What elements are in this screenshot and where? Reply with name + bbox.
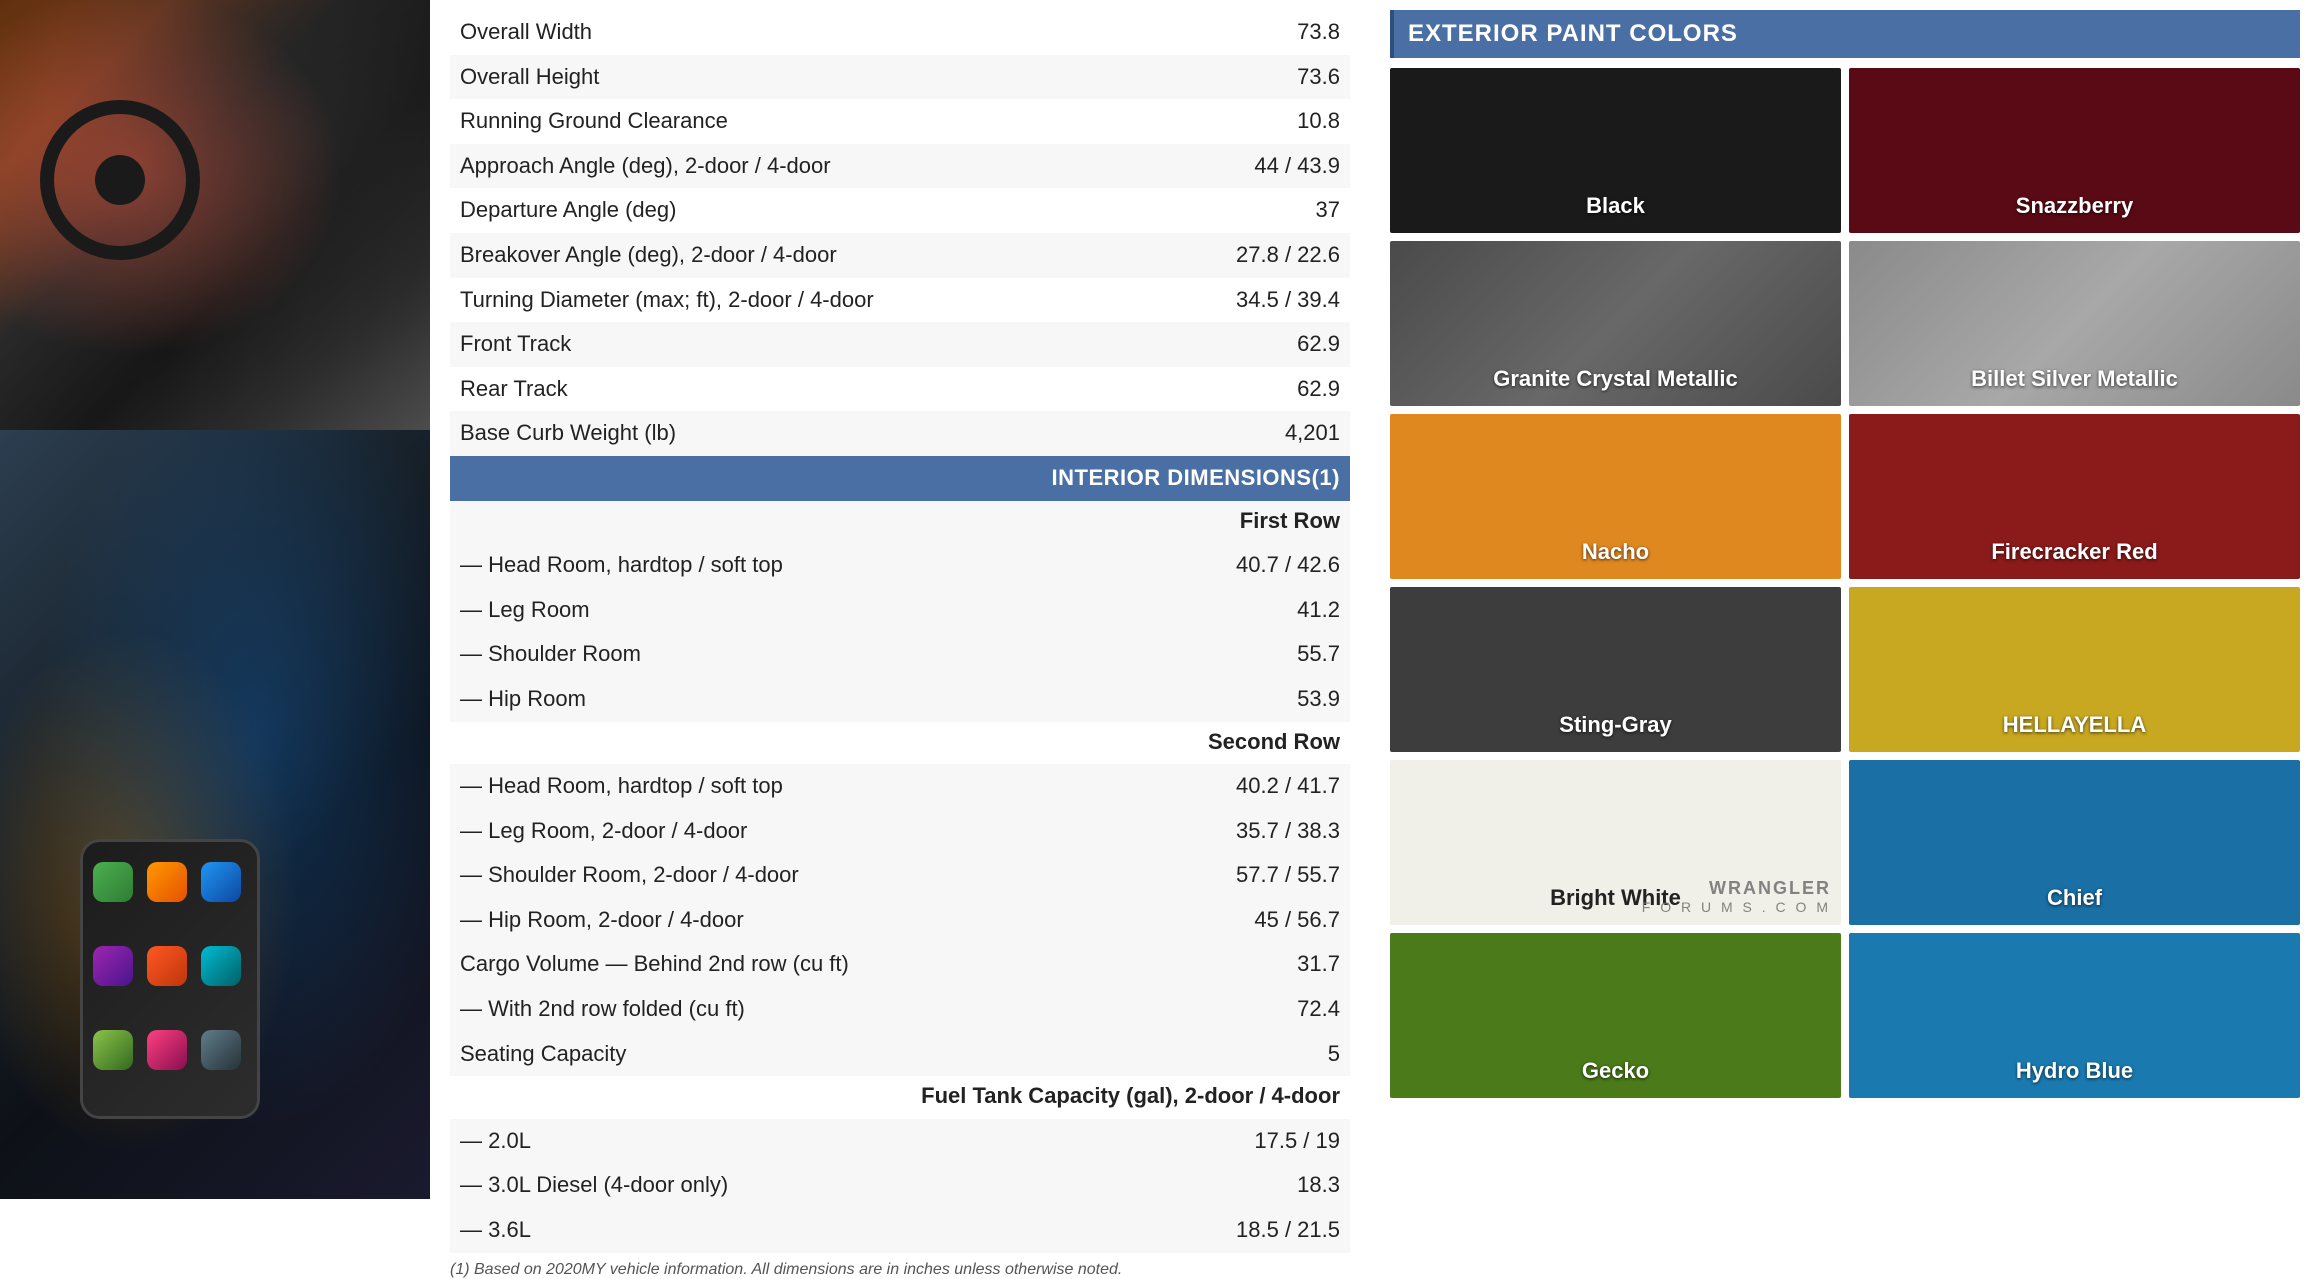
spec-label: — Shoulder Room	[450, 632, 1150, 677]
spec-value: 35.7 / 38.3	[1150, 809, 1350, 854]
phone-carplay	[80, 839, 260, 1119]
spec-label: — With 2nd row folded (cu ft)	[450, 987, 1150, 1032]
subsection-header: Second Row	[450, 722, 1350, 765]
spec-value: 27.8 / 22.6	[1150, 233, 1350, 278]
paint-swatch-granite-crystal-metallic: Granite Crystal Metallic	[1390, 241, 1841, 406]
paint-color-label: Nacho	[1582, 539, 1649, 565]
app-icon-2	[147, 862, 187, 902]
paint-panel: EXTERIOR PAINT COLORS Black Snazzberry Gra…	[1370, 0, 2313, 1199]
spec-value: 72.4	[1150, 987, 1350, 1032]
spec-value: 55.7	[1150, 632, 1350, 677]
interior-top-image	[0, 0, 430, 430]
paint-swatch-chief: Chief	[1849, 760, 2300, 925]
paint-swatch-nacho: Nacho	[1390, 414, 1841, 579]
paint-swatch-gecko: Gecko	[1390, 933, 1841, 1098]
app-icon-9	[201, 1030, 241, 1070]
spec-label: Front Track	[450, 322, 1150, 367]
spec-value: 4,201	[1150, 411, 1350, 456]
spec-label: — Head Room, hardtop / soft top	[450, 764, 1150, 809]
spec-value: 37	[1150, 188, 1350, 233]
spec-label: — Hip Room	[450, 677, 1150, 722]
spec-label: — 3.6L	[450, 1208, 1150, 1253]
paint-color-label: Sting-Gray	[1559, 712, 1671, 738]
spec-value: 40.2 / 41.7	[1150, 764, 1350, 809]
app-icon-4	[93, 946, 133, 986]
left-image-panel	[0, 0, 430, 1199]
spec-label: Cargo Volume — Behind 2nd row (cu ft)	[450, 942, 1150, 987]
app-icon-7	[93, 1030, 133, 1070]
spec-label: Overall Width	[450, 10, 1150, 55]
spec-value: 62.9	[1150, 367, 1350, 412]
spec-value: 57.7 / 55.7	[1150, 853, 1350, 898]
paint-color-label: Snazzberry	[2016, 193, 2133, 219]
paint-swatch-billet-silver-metallic: Billet Silver Metallic	[1849, 241, 2300, 406]
paint-color-grid: Black Snazzberry Granite Crystal Metallic B…	[1390, 68, 2300, 1098]
specs-panel: Overall Width73.8Overall Height73.6Runni…	[430, 0, 1370, 1199]
paint-color-label: Billet Silver Metallic	[1971, 366, 2178, 392]
spec-label: — Leg Room, 2-door / 4-door	[450, 809, 1150, 854]
paint-swatch-black: Black	[1390, 68, 1841, 233]
paint-color-label: Chief	[2047, 885, 2102, 911]
paint-swatch-hydro-blue: Hydro Blue	[1849, 933, 2300, 1098]
spec-label: Approach Angle (deg), 2-door / 4-door	[450, 144, 1150, 189]
app-icon-1	[93, 862, 133, 902]
paint-swatch-snazzberry: Snazzberry	[1849, 68, 2300, 233]
spec-label: Rear Track	[450, 367, 1150, 412]
spec-label: — Head Room, hardtop / soft top	[450, 543, 1150, 588]
spec-value: 45 / 56.7	[1150, 898, 1350, 943]
spec-value: 31.7	[1150, 942, 1350, 987]
spec-value: 73.6	[1150, 55, 1350, 100]
spec-value: 53.9	[1150, 677, 1350, 722]
spec-label: Breakover Angle (deg), 2-door / 4-door	[450, 233, 1150, 278]
paint-swatch-bright-white: Bright White WRANGLER F O R U M S . C O …	[1390, 760, 1841, 925]
spec-value: 41.2	[1150, 588, 1350, 633]
spec-label: Base Curb Weight (lb)	[450, 411, 1150, 456]
wrangler-watermark: WRANGLER F O R U M S . C O M	[1642, 878, 1831, 915]
app-icon-3	[201, 862, 241, 902]
paint-color-label: HELLAYELLA	[2003, 712, 2146, 738]
spec-label: — Hip Room, 2-door / 4-door	[450, 898, 1150, 943]
spec-label: Seating Capacity	[450, 1032, 1150, 1077]
paint-color-label: Gecko	[1582, 1058, 1649, 1084]
paint-color-label: Granite Crystal Metallic	[1493, 366, 1738, 392]
spec-value: 62.9	[1150, 322, 1350, 367]
spec-label: — 2.0L	[450, 1119, 1150, 1164]
paint-color-label: Hydro Blue	[2016, 1058, 2133, 1084]
spec-value: 18.5 / 21.5	[1150, 1208, 1350, 1253]
footnote: (1) Based on 2020MY vehicle information.…	[450, 1261, 1350, 1279]
watermark-line1: WRANGLER	[1642, 878, 1831, 899]
spec-label: — 3.0L Diesel (4-door only)	[450, 1163, 1150, 1208]
app-icon-6	[201, 946, 241, 986]
spec-value: 73.8	[1150, 10, 1350, 55]
paint-color-label: Firecracker Red	[1991, 539, 2157, 565]
subsection-header: First Row	[450, 501, 1350, 544]
interior-dimensions-header: INTERIOR DIMENSIONS(1)	[450, 456, 1350, 501]
paint-swatch-firecracker-red: Firecracker Red	[1849, 414, 2300, 579]
paint-section-header: EXTERIOR PAINT COLORS	[1390, 10, 2300, 58]
steering-wheel	[40, 100, 200, 260]
spec-value: 40.7 / 42.6	[1150, 543, 1350, 588]
watermark-line2: F O R U M S . C O M	[1642, 899, 1831, 915]
spec-label: — Leg Room	[450, 588, 1150, 633]
specs-table: Overall Width73.8Overall Height73.6Runni…	[450, 10, 1350, 1253]
spec-label: Departure Angle (deg)	[450, 188, 1150, 233]
spec-label: Overall Height	[450, 55, 1150, 100]
paint-color-label: Black	[1586, 193, 1645, 219]
spec-value: 10.8	[1150, 99, 1350, 144]
spec-label: Turning Diameter (max; ft), 2-door / 4-d…	[450, 278, 1150, 323]
interior-bottom-image	[0, 430, 430, 1199]
spec-value: 18.3	[1150, 1163, 1350, 1208]
app-icon-8	[147, 1030, 187, 1070]
spec-value: 34.5 / 39.4	[1150, 278, 1350, 323]
spec-value: 5	[1150, 1032, 1350, 1077]
spec-value: 17.5 / 19	[1150, 1119, 1350, 1164]
paint-swatch-hellayella: HELLAYELLA	[1849, 587, 2300, 752]
paint-swatch-sting-gray: Sting-Gray	[1390, 587, 1841, 752]
spec-label: — Shoulder Room, 2-door / 4-door	[450, 853, 1150, 898]
spec-label: Running Ground Clearance	[450, 99, 1150, 144]
app-icon-5	[147, 946, 187, 986]
subsection-header: Fuel Tank Capacity (gal), 2-door / 4-doo…	[450, 1076, 1350, 1119]
spec-value: 44 / 43.9	[1150, 144, 1350, 189]
